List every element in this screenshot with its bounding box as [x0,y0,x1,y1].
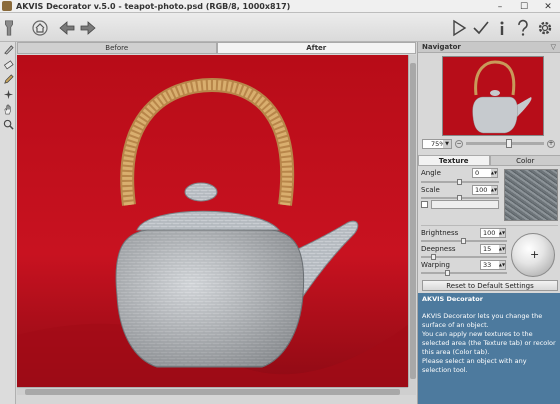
brightness-label: Brightness [421,229,459,237]
panel-tabs: Texture Color [418,155,560,166]
angle-slider[interactable] [421,179,499,185]
zoom-in-icon[interactable]: + [547,139,555,148]
view-tabs: Before After [17,42,416,54]
crosshair-icon[interactable]: + [530,248,539,261]
horizontal-scroll-thumb[interactable] [25,389,400,395]
right-panel: Navigator ▽ 75% ▼ − + Texture Color Angl… [417,42,560,404]
scale-label: Scale [421,186,440,194]
warping-label: Warping [421,261,450,269]
navigator-title: Navigator [422,43,461,51]
deepness-input[interactable]: 15 ▲▼ [480,244,506,254]
angle-value: 0 [475,169,480,177]
scale-input[interactable]: 100 ▲▼ [472,185,498,195]
scale-slider[interactable] [421,195,499,201]
image-canvas[interactable] [17,55,408,387]
teapot-photo [17,55,408,387]
deepness-label: Deepness [421,245,456,253]
home-icon[interactable] [30,18,50,38]
window-controls: – ☐ ✕ [488,0,560,13]
tab-after[interactable]: After [216,42,416,54]
help-icon[interactable] [513,18,533,38]
maximize-button[interactable]: ☐ [512,0,536,13]
spin-arrows-icon[interactable]: ▲▼ [499,229,505,237]
help-line-2: You can apply new textures to the select… [422,330,556,356]
chevron-down-icon[interactable]: ▼ [443,139,451,148]
settings-icon[interactable] [535,18,555,38]
minimize-button[interactable]: – [488,0,512,13]
zoom-select[interactable]: 75% ▼ [422,138,452,149]
warping-slider-knob[interactable] [445,270,450,276]
texture-preview[interactable] [504,169,558,221]
tab-before[interactable]: Before [17,42,217,54]
texture-checkbox[interactable] [421,201,428,208]
brightness-input[interactable]: 100 ▲▼ [480,228,506,238]
zoom-out-icon[interactable]: − [455,139,463,148]
deepness-value: 15 [483,245,492,253]
brightness-slider-knob[interactable] [461,238,466,244]
spin-arrows-icon[interactable]: ▲▼ [499,245,505,253]
eraser-icon[interactable] [0,57,16,72]
zoom-icon[interactable] [0,117,16,132]
help-line-3: Please select an object with any selecti… [422,357,527,374]
info-icon[interactable] [492,18,512,38]
toolbar [0,13,560,42]
spin-arrows-icon[interactable]: ▲▼ [491,186,497,194]
pencil-icon[interactable] [0,72,16,87]
run-icon[interactable] [449,18,469,38]
angle-label: Angle [421,169,441,177]
horizontal-scrollbar[interactable] [17,387,408,395]
window-title: AKVIS Decorator v.5.0 - teapot-photo.psd… [16,1,291,11]
tools-panel [0,42,16,404]
brightness-slider[interactable] [421,238,507,244]
help-panel: AKVIS Decorator AKVIS Decorator lets you… [418,293,560,404]
navigator-thumbnail[interactable] [442,56,544,136]
tab-texture[interactable]: Texture [418,155,490,166]
back-arrow-icon[interactable] [57,18,77,38]
scale-value: 100 [475,186,488,194]
navigator-header: Navigator ▽ [418,42,560,53]
tab-color[interactable]: Color [489,155,560,166]
magic-tool-icon[interactable] [0,87,16,102]
divider [421,225,558,226]
warping-value: 33 [483,261,492,269]
help-title: AKVIS Decorator [422,295,483,303]
deepness-slider[interactable] [421,254,507,260]
reset-button[interactable]: Reset to Default Settings [422,280,558,291]
spin-arrows-icon[interactable]: ▲▼ [499,261,505,269]
spin-arrows-icon[interactable]: ▲▼ [491,169,497,177]
zoom-slider-knob[interactable] [506,139,512,148]
apply-icon[interactable] [471,18,491,38]
brightness-value: 100 [483,229,496,237]
angle-slider-knob[interactable] [457,179,462,185]
scroll-corner [408,387,416,395]
forward-arrow-icon[interactable] [78,18,98,38]
zoom-row: 75% ▼ − + [422,138,558,149]
warping-slider[interactable] [421,270,507,276]
close-button[interactable]: ✕ [536,0,560,13]
logo-icon [2,18,16,38]
collapse-icon[interactable]: ▽ [551,43,556,51]
hand-icon[interactable] [0,102,16,117]
zoom-slider[interactable] [466,139,544,148]
angle-input[interactable]: 0 ▲▼ [472,168,498,178]
light-direction-sphere[interactable]: + [511,233,555,277]
title-bar: AKVIS Decorator v.5.0 - teapot-photo.psd… [0,0,560,13]
texture-field[interactable] [431,200,499,209]
selection-brush-icon[interactable] [0,42,16,57]
vertical-scrollbar[interactable] [408,55,416,387]
app-icon [2,1,12,11]
deepness-slider-knob[interactable] [431,254,436,260]
warping-input[interactable]: 33 ▲▼ [480,260,506,270]
vertical-scroll-thumb[interactable] [410,63,416,379]
help-line-1: AKVIS Decorator lets you change the surf… [422,312,543,329]
